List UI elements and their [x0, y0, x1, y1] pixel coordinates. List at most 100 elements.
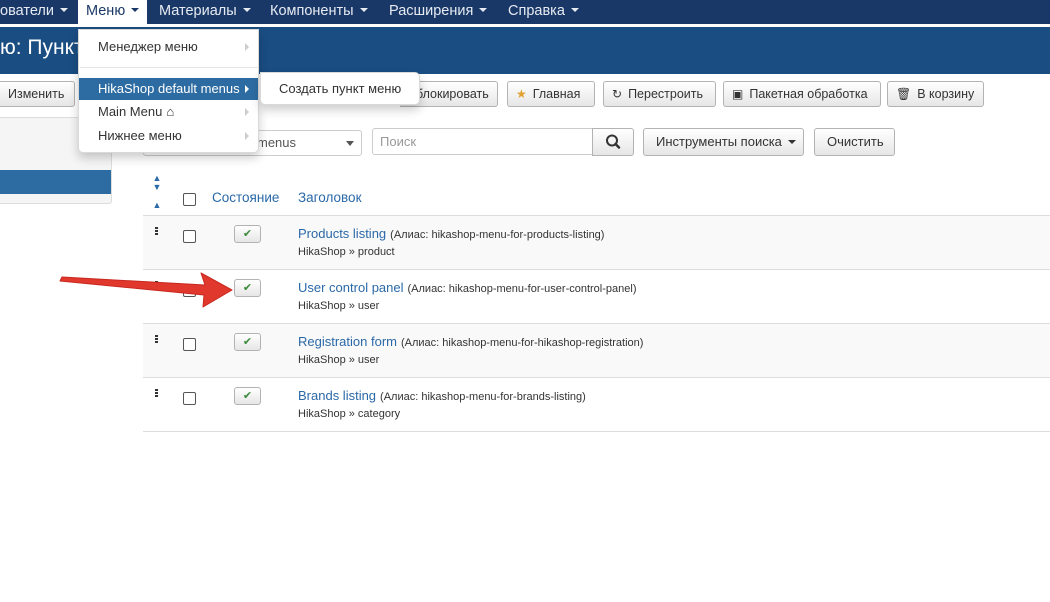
item-type: HikaShop » user: [298, 354, 380, 366]
divider: [80, 67, 258, 68]
caret-down-icon: [242, 8, 251, 13]
dropdown-item-label: Нижнее меню: [98, 128, 182, 143]
nav-help-label: Справка: [508, 3, 565, 19]
published-check-icon[interactable]: ✔: [234, 225, 261, 243]
caret-down-icon: [131, 8, 140, 13]
dropdown-item-footer-menu[interactable]: Нижнее меню: [79, 125, 258, 147]
edit-button-label: Изменить: [8, 87, 65, 101]
column-header-title[interactable]: Заголовок: [298, 190, 361, 205]
nav-content-label: Материалы: [159, 3, 237, 19]
nav-extensions-label: Расширения: [389, 3, 474, 19]
table-row: [143, 216, 1050, 269]
item-title-link[interactable]: Registration form: [298, 334, 397, 349]
nav-components[interactable]: Компоненты: [270, 0, 368, 24]
dropdown-item-main-menu[interactable]: Main Menu ⌂: [79, 101, 258, 123]
divider: [143, 431, 1050, 432]
submenu-item-create-menu-item[interactable]: Создать пункт меню: [279, 81, 401, 96]
batch-button-label: Пакетная обработка: [749, 87, 868, 101]
row-checkbox[interactable]: [183, 392, 196, 405]
item-alias: (Алиас: hikashop-menu-for-brands-listing…: [380, 391, 586, 403]
item-type: HikaShop » user: [298, 300, 380, 312]
row-checkbox[interactable]: [183, 338, 196, 351]
unlock-button-label: блокировать: [416, 87, 489, 101]
item-title-link[interactable]: Brands listing: [298, 388, 376, 403]
nav-users[interactable]: ователи: [0, 0, 68, 24]
nav-extensions[interactable]: Расширения: [389, 0, 488, 24]
search-input[interactable]: [372, 128, 593, 155]
home-icon: ⌂: [166, 104, 175, 119]
dropdown-item-hikashop-menus[interactable]: HikaShop default menus: [79, 78, 258, 100]
submenu: Создать пункт меню: [260, 72, 420, 105]
drag-handle-icon[interactable]: [155, 227, 159, 237]
chevron-right-icon: [245, 132, 249, 140]
star-icon: ★: [516, 87, 527, 101]
rebuild-button[interactable]: ↻ Перестроить: [603, 81, 716, 107]
item-type: HikaShop » product: [298, 246, 395, 258]
published-check-icon[interactable]: ✔: [234, 333, 261, 351]
drag-handle-icon[interactable]: [155, 389, 159, 399]
nav-help[interactable]: Справка: [508, 0, 579, 24]
drag-handle-icon[interactable]: [155, 281, 159, 291]
divider: [143, 269, 1050, 270]
published-check-icon[interactable]: ✔: [234, 387, 261, 405]
trash-button[interactable]: 🗑 В корзину: [887, 81, 984, 107]
refresh-icon: ↻: [612, 87, 623, 101]
item-alias: (Алиас: hikashop-menu-for-hikashop-regis…: [400, 337, 644, 349]
trash-button-label: В корзину: [917, 87, 975, 101]
item-title[interactable]: User control panel (Алиас: hikashop-menu-…: [298, 280, 637, 295]
drag-handle-icon[interactable]: [155, 335, 159, 345]
nav-users-label: ователи: [0, 3, 54, 19]
nav-menu[interactable]: Меню: [78, 0, 148, 24]
page-title: ю: Пункт: [0, 36, 84, 59]
column-header-state[interactable]: Состояние: [212, 190, 279, 205]
item-title-link[interactable]: Products listing: [298, 226, 386, 241]
search-tools-label: Инструменты поиска: [656, 134, 782, 149]
sidebar-item-active[interactable]: [0, 170, 111, 194]
caret-down-icon: [59, 8, 68, 13]
item-title-link[interactable]: User control panel: [298, 280, 404, 295]
edit-button[interactable]: Изменить: [0, 81, 75, 107]
chevron-right-icon: [245, 85, 249, 93]
top-navbar: ователи Меню Материалы Компоненты Расшир…: [0, 0, 1050, 24]
search-icon: [606, 134, 621, 149]
dropdown-item-menu-manager[interactable]: Менеджер меню: [79, 36, 258, 58]
item-title[interactable]: Products listing (Алиас: hikashop-menu-fo…: [298, 226, 604, 241]
clear-button-label: Очистить: [827, 134, 884, 149]
batch-icon: ▣: [732, 87, 744, 101]
item-type: HikaShop » category: [298, 408, 401, 420]
dropdown-item-label: HikaShop default menus: [98, 81, 240, 96]
item-title[interactable]: Brands listing (Алиас: hikashop-menu-for-…: [298, 388, 586, 403]
caret-down-icon: [787, 139, 796, 144]
menu-select-value: menus: [257, 135, 297, 150]
home-button-label: Главная: [532, 87, 581, 101]
chevron-right-icon: [245, 43, 249, 51]
caret-down-icon: [570, 8, 579, 13]
dropdown-item-label: Main Menu: [98, 104, 163, 119]
select-all-checkbox[interactable]: [183, 193, 196, 206]
home-button[interactable]: ★ Главная: [507, 81, 595, 107]
nav-menu-label: Меню: [86, 3, 126, 19]
row-checkbox[interactable]: [183, 284, 196, 297]
row-checkbox[interactable]: [183, 230, 196, 243]
menu-dropdown: Менеджер меню HikaShop default menus Mai…: [78, 29, 259, 153]
batch-button[interactable]: ▣ Пакетная обработка: [723, 81, 881, 107]
nav-components-label: Компоненты: [270, 3, 354, 19]
table-row: [143, 324, 1050, 377]
divider: [143, 377, 1050, 378]
caret-down-icon: [359, 8, 368, 13]
item-title[interactable]: Registration form (Алиас: hikashop-menu-f…: [298, 334, 643, 349]
nav-content[interactable]: Материалы: [159, 0, 251, 24]
caret-down-icon: [479, 8, 488, 13]
trash-icon: 🗑: [896, 87, 912, 101]
published-check-icon[interactable]: ✔: [234, 279, 261, 297]
item-alias: (Алиас: hikashop-menu-for-user-control-p…: [407, 283, 637, 295]
search-button[interactable]: [592, 128, 634, 156]
sort-ordering-icon[interactable]: ▲ ▼ ▲: [151, 174, 163, 210]
chevron-down-icon: [346, 141, 354, 146]
item-alias: (Алиас: hikashop-menu-for-products-listi…: [390, 229, 605, 241]
dropdown-item-label: Менеджер меню: [98, 39, 198, 54]
chevron-right-icon: [245, 108, 249, 116]
search-tools-button[interactable]: Инструменты поиска: [643, 128, 804, 156]
rebuild-button-label: Перестроить: [628, 87, 704, 101]
clear-button[interactable]: Очистить: [814, 128, 895, 156]
